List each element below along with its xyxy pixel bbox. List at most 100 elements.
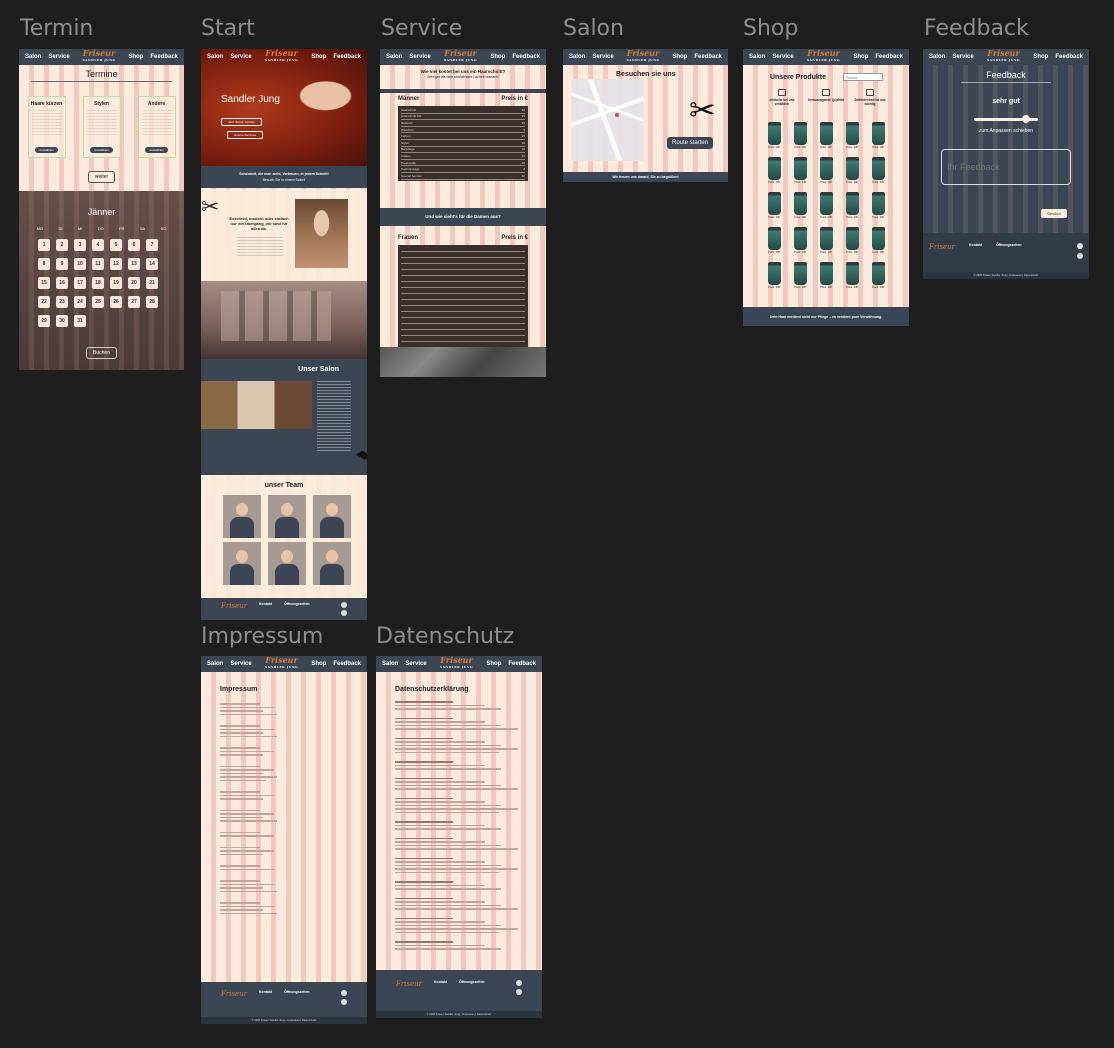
product-card[interactable]: Preis: 10€ [813, 192, 839, 219]
nav-service[interactable]: Service [409, 54, 430, 60]
product-card[interactable]: Preis: 10€ [839, 192, 865, 219]
product-card[interactable]: Preis: 10€ [813, 122, 839, 149]
select-button[interactable]: Auswählen [145, 147, 168, 153]
product-card[interactable]: Preis: 10€ [839, 122, 865, 149]
product-card[interactable]: Preis: 10€ [865, 122, 891, 149]
calendar-day[interactable]: 3 [74, 239, 86, 251]
calendar-day[interactable]: 8 [38, 258, 50, 270]
submit-button[interactable]: Senden [1041, 209, 1067, 218]
nav-feedback[interactable]: Feedback [508, 661, 536, 667]
calendar-day[interactable]: 9 [56, 258, 68, 270]
product-card[interactable]: Preis: 10€ [839, 157, 865, 184]
product-card[interactable]: Preis: 10€ [787, 227, 813, 254]
calendar-day[interactable]: 14 [146, 258, 158, 270]
calendar-day[interactable]: 24 [74, 296, 86, 308]
nav-logo[interactable]: Friseur SANDLER JUNG [252, 656, 312, 671]
rating-slider[interactable] [974, 115, 1038, 123]
search-input[interactable] [843, 73, 883, 81]
nav-service[interactable]: Service [592, 54, 613, 60]
nav-shop[interactable]: Shop [853, 54, 868, 60]
nav-service[interactable]: Service [230, 661, 251, 667]
calendar-day[interactable]: 5 [110, 239, 122, 251]
calendar-day[interactable]: 7 [146, 239, 158, 251]
calendar-day[interactable]: 13 [128, 258, 140, 270]
calendar-day[interactable]: 20 [128, 277, 140, 289]
phone-icon[interactable] [1077, 253, 1083, 259]
nav-salon[interactable]: Salon [25, 54, 41, 60]
nav-service[interactable]: Service [952, 54, 973, 60]
product-card[interactable]: Preis: 10€ [865, 262, 891, 289]
nav-shop[interactable]: Shop [490, 54, 505, 60]
product-card[interactable]: Preis: 10€ [761, 227, 787, 254]
calendar-day[interactable]: 17 [74, 277, 86, 289]
product-card[interactable]: Preis: 10€ [813, 157, 839, 184]
nav-salon[interactable]: Salon [929, 54, 945, 60]
nav-logo[interactable]: Friseur SANDLER JUNG [70, 49, 129, 64]
nav-logo[interactable]: Friseur SANDLER JUNG [974, 49, 1034, 64]
product-card[interactable]: Preis: 10€ [865, 227, 891, 254]
nav-logo[interactable]: Friseur SANDLER JUNG [614, 49, 673, 64]
nav-logo[interactable]: Friseur SANDLER JUNG [427, 656, 487, 671]
product-card[interactable]: Preis: 10€ [865, 192, 891, 219]
instagram-icon[interactable] [341, 602, 347, 608]
product-card[interactable]: Preis: 10€ [787, 122, 813, 149]
service-card[interactable]: Haare kürzen Auswählen [27, 96, 66, 158]
calendar-day[interactable]: 2 [56, 239, 68, 251]
product-card[interactable]: Preis: 10€ [813, 262, 839, 289]
product-card[interactable]: Preis: 10€ [787, 192, 813, 219]
product-card[interactable]: Preis: 10€ [761, 157, 787, 184]
select-button[interactable]: Auswählen [90, 147, 113, 153]
service-card[interactable]: Andere Auswählen [137, 96, 176, 158]
calendar-day[interactable]: 22 [38, 296, 50, 308]
nav-salon[interactable]: Salon [382, 661, 398, 667]
book-button[interactable]: Buchen [86, 347, 117, 359]
nav-feedback[interactable]: Feedback [150, 54, 178, 60]
instagram-icon[interactable] [1077, 243, 1083, 249]
nav-shop[interactable]: Shop [672, 54, 687, 60]
calendar-day[interactable]: 18 [92, 277, 104, 289]
map[interactable] [571, 79, 643, 161]
service-card[interactable]: Stylen Auswählen [82, 96, 121, 158]
next-button[interactable]: weiter [87, 171, 116, 183]
calendar-day[interactable]: 31 [74, 315, 86, 327]
nav-feedback[interactable]: Feedback [512, 54, 540, 60]
calendar-day[interactable]: 28 [146, 296, 158, 308]
phone-icon[interactable] [516, 989, 522, 995]
nav-feedback[interactable]: Feedback [333, 54, 361, 60]
instagram-icon[interactable] [341, 990, 347, 996]
product-card[interactable]: Preis: 10€ [839, 262, 865, 289]
route-button[interactable]: Route starten [667, 137, 714, 149]
product-card[interactable]: Preis: 10€ [761, 262, 787, 289]
product-card[interactable]: Preis: 10€ [761, 192, 787, 219]
product-card[interactable]: Preis: 10€ [865, 157, 891, 184]
calendar-day[interactable]: 15 [38, 277, 50, 289]
product-card[interactable]: Preis: 10€ [761, 122, 787, 149]
nav-service[interactable]: Service [405, 661, 426, 667]
product-card[interactable]: Preis: 10€ [787, 157, 813, 184]
nav-shop[interactable]: Shop [486, 661, 501, 667]
instagram-icon[interactable] [516, 980, 522, 986]
calendar-day[interactable]: 25 [92, 296, 104, 308]
calendar-day[interactable]: 23 [56, 296, 68, 308]
nav-salon[interactable]: Salon [749, 54, 765, 60]
phone-icon[interactable] [341, 999, 347, 1005]
nav-service[interactable]: Service [230, 54, 251, 60]
nav-feedback[interactable]: Feedback [1055, 54, 1083, 60]
nav-shop[interactable]: Shop [311, 54, 326, 60]
nav-salon[interactable]: Salon [207, 54, 223, 60]
calendar-day[interactable]: 16 [56, 277, 68, 289]
calendar-day[interactable]: 27 [128, 296, 140, 308]
nav-shop[interactable]: Shop [128, 54, 143, 60]
nav-logo[interactable]: Friseur SANDLER JUNG [252, 49, 312, 64]
hero-book-button[interactable]: Jetzt Termin buchen [221, 118, 262, 126]
nav-salon[interactable]: Salon [569, 54, 585, 60]
product-card[interactable]: Preis: 10€ [839, 227, 865, 254]
product-card[interactable]: Preis: 10€ [813, 227, 839, 254]
calendar-day[interactable]: 12 [110, 258, 122, 270]
product-card[interactable]: Preis: 10€ [787, 262, 813, 289]
nav-salon[interactable]: Salon [207, 661, 223, 667]
phone-icon[interactable] [341, 610, 347, 616]
nav-logo[interactable]: Friseur SANDLER JUNG [794, 49, 854, 64]
nav-service[interactable]: Service [772, 54, 793, 60]
calendar-day[interactable]: 1 [38, 239, 50, 251]
